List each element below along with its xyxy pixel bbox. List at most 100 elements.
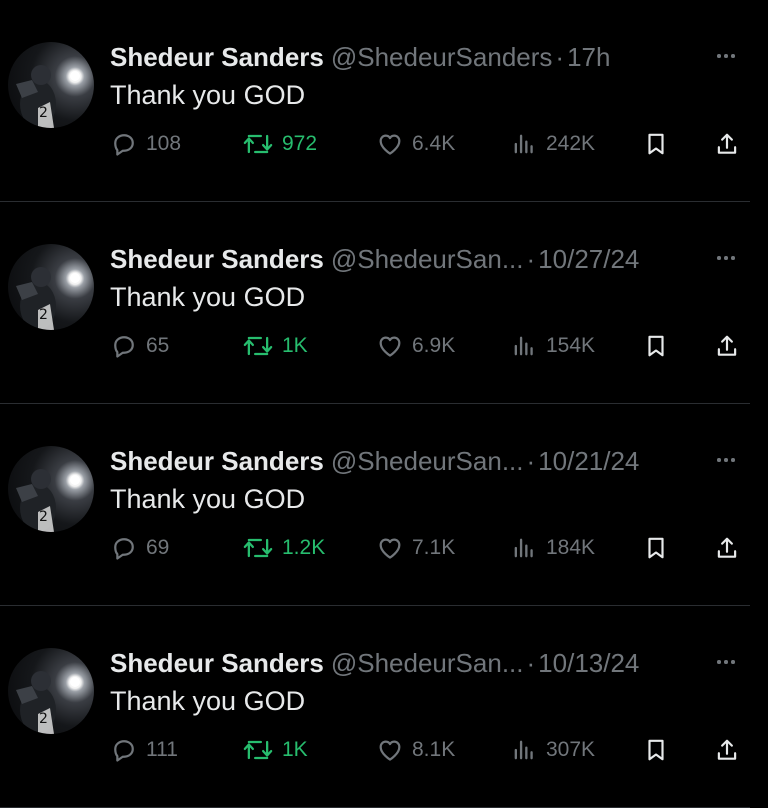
like-count: 6.9K	[412, 334, 456, 357]
header-separator: ·	[526, 446, 536, 476]
tweet-text: Thank you GOD	[110, 80, 306, 110]
views-button[interactable]: 242K	[510, 128, 595, 160]
more-horizontal-icon[interactable]	[710, 44, 742, 68]
bookmark-icon	[648, 133, 664, 155]
like-button[interactable]: 6.9K	[376, 330, 455, 362]
retweet-icon	[243, 134, 273, 154]
bookmark-button[interactable]	[643, 734, 669, 766]
share-upload-icon	[717, 537, 737, 558]
svg-text:2: 2	[39, 711, 48, 727]
reply-count: 111	[146, 738, 178, 761]
views-button[interactable]: 154K	[510, 330, 595, 362]
tweet-action-bar: 108 972 6.4K 242K	[110, 128, 750, 160]
retweet-icon	[243, 740, 273, 760]
retweet-button[interactable]: 1.2K	[242, 532, 325, 564]
views-button[interactable]: 307K	[510, 734, 595, 766]
retweet-count: 1K	[282, 738, 308, 761]
retweet-button[interactable]: 1K	[242, 734, 308, 766]
tweet-timestamp[interactable]: 10/21/24	[538, 446, 639, 477]
author-handle[interactable]: @ShedeurSan...	[331, 244, 524, 275]
tweet-timestamp[interactable]: 10/27/24	[538, 244, 639, 275]
retweet-button[interactable]: 1K	[242, 330, 308, 362]
tweet-action-bar: 111 1K 8.1K 307K	[110, 734, 750, 766]
author-handle[interactable]: @ShedeurSanders	[331, 42, 553, 73]
bookmark-icon	[648, 537, 664, 559]
reply-bubble-icon	[114, 336, 134, 358]
tweet-text: Thank you GOD	[110, 282, 306, 312]
view-count: 184K	[546, 536, 596, 559]
bookmark-icon	[648, 739, 664, 761]
author-handle[interactable]: @ShedeurSan...	[331, 648, 524, 679]
bookmark-icon	[648, 335, 664, 357]
tweet-item[interactable]: 2 Shedeur Sanders @ShedeurSan... · 10/21…	[0, 404, 768, 606]
reply-button[interactable]: 69	[110, 532, 169, 564]
tweet-text: Thank you GOD	[110, 484, 306, 514]
tweet-header: Shedeur Sanders @ShedeurSan... · 10/13/2…	[110, 648, 639, 678]
author-name[interactable]: Shedeur Sanders	[110, 244, 324, 275]
share-button[interactable]	[714, 128, 740, 160]
tweet-header: Shedeur Sanders @ShedeurSan... · 10/27/2…	[110, 244, 639, 274]
timeline-feed: 2 Shedeur Sanders @ShedeurSanders · 17h …	[0, 0, 768, 808]
avatar[interactable]: 2	[8, 244, 94, 330]
author-name[interactable]: Shedeur Sanders	[110, 42, 324, 73]
tweet-action-bar: 69 1.2K 7.1K 184K	[110, 532, 750, 564]
share-button[interactable]	[714, 532, 740, 564]
header-separator: ·	[526, 648, 536, 678]
like-count: 6.4K	[412, 132, 456, 155]
share-button[interactable]	[714, 330, 740, 362]
header-separator: ·	[555, 42, 565, 72]
author-name[interactable]: Shedeur Sanders	[110, 446, 324, 477]
tweet-action-bar: 65 1K 6.9K 154K	[110, 330, 750, 362]
reply-bubble-icon	[114, 134, 134, 156]
reply-bubble-icon	[114, 538, 134, 560]
like-button[interactable]: 8.1K	[376, 734, 455, 766]
reply-button[interactable]: 65	[110, 330, 169, 362]
views-bar-chart-icon	[514, 740, 533, 760]
share-upload-icon	[717, 739, 737, 760]
more-horizontal-icon[interactable]	[710, 650, 742, 674]
heart-icon	[379, 740, 401, 761]
retweet-count: 1.2K	[282, 536, 326, 559]
author-handle[interactable]: @ShedeurSan...	[331, 446, 524, 477]
tweet-timestamp[interactable]: 10/13/24	[538, 648, 639, 679]
avatar[interactable]: 2	[8, 648, 94, 734]
heart-icon	[379, 336, 401, 357]
retweet-count: 972	[282, 132, 318, 155]
share-upload-icon	[717, 133, 737, 154]
heart-icon	[379, 538, 401, 559]
views-button[interactable]: 184K	[510, 532, 595, 564]
reply-button[interactable]: 108	[110, 128, 181, 160]
more-horizontal-icon[interactable]	[710, 246, 742, 270]
tweet-item[interactable]: 2 Shedeur Sanders @ShedeurSan... · 10/13…	[0, 606, 768, 808]
tweet-item[interactable]: 2 Shedeur Sanders @ShedeurSan... · 10/27…	[0, 202, 768, 404]
retweet-button[interactable]: 972	[242, 128, 317, 160]
bookmark-button[interactable]	[643, 128, 669, 160]
retweet-count: 1K	[282, 334, 308, 357]
like-button[interactable]: 6.4K	[376, 128, 455, 160]
more-horizontal-icon[interactable]	[710, 448, 742, 472]
like-count: 8.1K	[412, 738, 456, 761]
tweet-timestamp[interactable]: 17h	[567, 42, 610, 73]
tweet-header: Shedeur Sanders @ShedeurSan... · 10/21/2…	[110, 446, 639, 476]
views-bar-chart-icon	[514, 538, 533, 558]
tweet-text: Thank you GOD	[110, 686, 306, 716]
view-count: 307K	[546, 738, 596, 761]
view-count: 154K	[546, 334, 596, 357]
bookmark-button[interactable]	[643, 330, 669, 362]
view-count: 242K	[546, 132, 596, 155]
heart-icon	[379, 134, 401, 155]
share-upload-icon	[717, 335, 737, 356]
svg-text:2: 2	[39, 307, 48, 323]
like-button[interactable]: 7.1K	[376, 532, 455, 564]
svg-text:2: 2	[39, 509, 48, 525]
reply-count: 65	[146, 334, 170, 357]
author-name[interactable]: Shedeur Sanders	[110, 648, 324, 679]
reply-button[interactable]: 111	[110, 734, 178, 766]
avatar[interactable]: 2	[8, 446, 94, 532]
avatar[interactable]: 2	[8, 42, 94, 128]
tweet-header: Shedeur Sanders @ShedeurSanders · 17h	[110, 42, 610, 72]
reply-count: 108	[146, 132, 182, 155]
tweet-item[interactable]: 2 Shedeur Sanders @ShedeurSanders · 17h …	[0, 0, 768, 202]
share-button[interactable]	[714, 734, 740, 766]
bookmark-button[interactable]	[643, 532, 669, 564]
